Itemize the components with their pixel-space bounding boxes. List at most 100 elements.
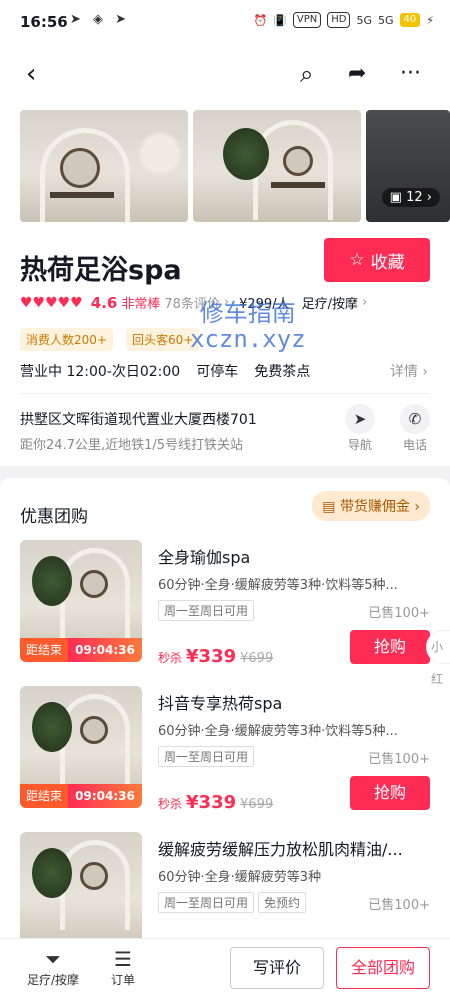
shop-distance: 距你24.7公里,近地铁1/5号线打铁关站 — [20, 438, 243, 453]
deal-availability: 周一至周日可用 — [158, 600, 255, 621]
availability-tag: 免预约 — [258, 892, 307, 913]
availability-tag: 周一至周日可用 — [158, 892, 255, 913]
photo-count: 12 — [406, 190, 423, 205]
section-title: 优惠团购 — [20, 507, 88, 527]
deal-name: 抖音专享热荷spa — [158, 694, 283, 713]
battery-indicator: 40 — [399, 13, 421, 27]
deals-section: 优惠团购 ▤ 带货赚佣金 › 距结束 09:04:36 全身瑜伽spa 60分钟… — [0, 478, 450, 938]
chevron-right-icon: › — [426, 190, 432, 205]
rating-score: 4.6 — [90, 293, 118, 312]
rating-label: 非常棒 — [121, 297, 161, 312]
deal-thumbnail: 距结束 09:04:36 — [20, 540, 142, 662]
deal-desc: 60分钟·全身·缓解疲劳等3种 — [158, 870, 322, 885]
details-label: 详情 — [389, 364, 418, 380]
write-review-button[interactable]: 写评价 — [230, 947, 324, 989]
tea-info: 免费茶点 — [254, 364, 311, 380]
price-value: ¥339 — [186, 646, 237, 667]
watermark-line-1: 修车指南 — [199, 299, 296, 327]
deal-price: 秒杀 ¥339 ¥699 — [158, 646, 273, 667]
chevron-right-icon: › — [414, 499, 420, 515]
original-price: ¥699 — [240, 651, 274, 666]
bottom-bar: ⏷ 足疗/按摩 ☰ 订单 写评价 全部团购 — [0, 938, 450, 1000]
deal-name: 全身瑜伽spa — [158, 548, 251, 567]
deal-item[interactable]: 距结束 09:04:36 全身瑜伽spa 60分钟·全身·缓解疲劳等3种·饮料等… — [0, 540, 450, 686]
divider — [20, 393, 430, 394]
shop-address[interactable]: 拱墅区文晖街道现代置业大厦西楼701 — [20, 409, 257, 429]
deal-sold: 已售100+ — [368, 898, 430, 913]
gallery-photo[interactable] — [193, 110, 361, 222]
commission-button[interactable]: ▤ 带货赚佣金 › — [312, 491, 430, 521]
system-icons: ⏰ 📳 VPN HD 5G 5G 40 ⚡ — [253, 12, 434, 28]
buy-button[interactable]: 抢购 — [350, 776, 430, 810]
tab-orders[interactable]: ☰ 订单 — [88, 947, 158, 988]
business-info: 营业中 12:00-次日02:00 可停车 免费茶点 — [20, 361, 310, 381]
shop-name: 热荷足浴spa — [20, 255, 182, 286]
business-hours: 营业中 12:00-次日02:00 — [20, 364, 181, 380]
tag-consumers: 消费人数200+ — [20, 328, 113, 351]
favorite-label: 收藏 — [370, 252, 405, 273]
charging-icon: ⚡ — [426, 13, 434, 27]
countdown-timer: 距结束 09:04:36 — [20, 784, 142, 808]
navigate-label: 导航 — [347, 438, 372, 452]
chevron-right-icon: › — [422, 364, 428, 380]
filter-icon: ⏷ — [45, 947, 61, 971]
watermark-line-2: xczn.xyz — [190, 325, 306, 353]
all-deals-button[interactable]: 全部团购 — [336, 947, 430, 989]
tab-category[interactable]: ⏷ 足疗/按摩 — [18, 947, 88, 988]
deal-name: 缓解疲劳缓解压力放松肌肉精油/... — [158, 840, 403, 859]
search-icon[interactable]: ⌕ — [300, 44, 313, 104]
details-link[interactable]: 详情 › — [390, 361, 428, 381]
deal-thumbnail: 距结束 09:04:36 — [20, 686, 142, 808]
commission-label: 带货赚佣金 — [339, 499, 410, 515]
timer-value: 09:04:36 — [68, 638, 142, 662]
notification-icons: ➤ ◈ ➤ — [70, 12, 131, 27]
navigation-icon: ➤ — [345, 404, 375, 434]
deal-thumbnail — [20, 832, 142, 938]
availability-tag: 周一至周日可用 — [158, 746, 255, 767]
vpn-badge: VPN — [292, 12, 322, 28]
share-icon[interactable]: ➦ — [348, 44, 366, 104]
order-icon: ☰ — [114, 947, 132, 971]
tab-orders-label: 订单 — [110, 973, 135, 987]
heart-rating-icons: ♥♥♥♥♥ — [20, 294, 83, 311]
parking-info: 可停车 — [196, 364, 239, 380]
phone-button[interactable]: ✆ 电话 — [395, 404, 435, 453]
deal-desc: 60分钟·全身·缓解疲劳等3种·饮料等5种... — [158, 724, 398, 739]
original-price: ¥699 — [240, 797, 274, 812]
deal-availability: 周一至周日可用 免预约 — [158, 892, 307, 913]
deal-item[interactable]: 距结束 09:04:36 抖音专享热荷spa 60分钟·全身·缓解疲劳等3种·饮… — [0, 686, 450, 830]
deal-availability: 周一至周日可用 — [158, 746, 255, 767]
photo-count-badge[interactable]: ▣ 12 › — [381, 188, 440, 207]
chevron-right-icon: › — [361, 295, 368, 310]
watermark: 修车指南 xczn.xyz — [190, 300, 306, 352]
deal-desc: 60分钟·全身·缓解疲劳等3种·饮料等5种... — [158, 578, 398, 593]
phone-icon: ✆ — [400, 404, 430, 434]
status-bar: 16:56 ➤ ◈ ➤ ⏰ 📳 VPN HD 5G 5G 40 ⚡ — [0, 0, 450, 44]
timer-value: 09:04:36 — [68, 784, 142, 808]
price-prefix: 秒杀 — [158, 797, 183, 811]
countdown-timer: 距结束 09:04:36 — [20, 638, 142, 662]
phone-label: 电话 — [402, 438, 427, 452]
tag-returning: 回头客60+ — [126, 328, 200, 351]
timer-label: 距结束 — [20, 784, 69, 808]
box-icon: ▤ — [322, 499, 336, 515]
status-time: 16:56 — [20, 13, 68, 31]
deal-sold: 已售100+ — [368, 606, 430, 621]
favorite-button[interactable]: ☆ 收藏 — [324, 238, 430, 282]
tab-category-label: 足疗/按摩 — [26, 973, 80, 987]
top-nav: ‹ ⌕ ➦ ··· — [0, 44, 450, 104]
signal-2: 5G — [378, 13, 394, 27]
deal-item[interactable]: 缓解疲劳缓解压力放松肌肉精油/... 60分钟·全身·缓解疲劳等3种 周一至周日… — [0, 832, 450, 938]
deal-sold: 已售100+ — [368, 752, 430, 767]
price-value: ¥339 — [186, 792, 237, 813]
navigate-button[interactable]: ➤ 导航 — [340, 404, 380, 453]
hd-badge: HD — [327, 12, 351, 28]
signal-1: 5G — [356, 13, 372, 27]
gallery-photo[interactable] — [20, 110, 188, 222]
buy-button[interactable]: 抢购 — [350, 630, 430, 664]
more-icon[interactable]: ··· — [400, 44, 421, 104]
back-icon[interactable]: ‹ — [26, 44, 36, 104]
alarm-icon: ⏰ — [253, 13, 268, 27]
photo-gallery[interactable]: ▣ 12 › — [0, 104, 450, 230]
availability-tag: 周一至周日可用 — [158, 600, 255, 621]
